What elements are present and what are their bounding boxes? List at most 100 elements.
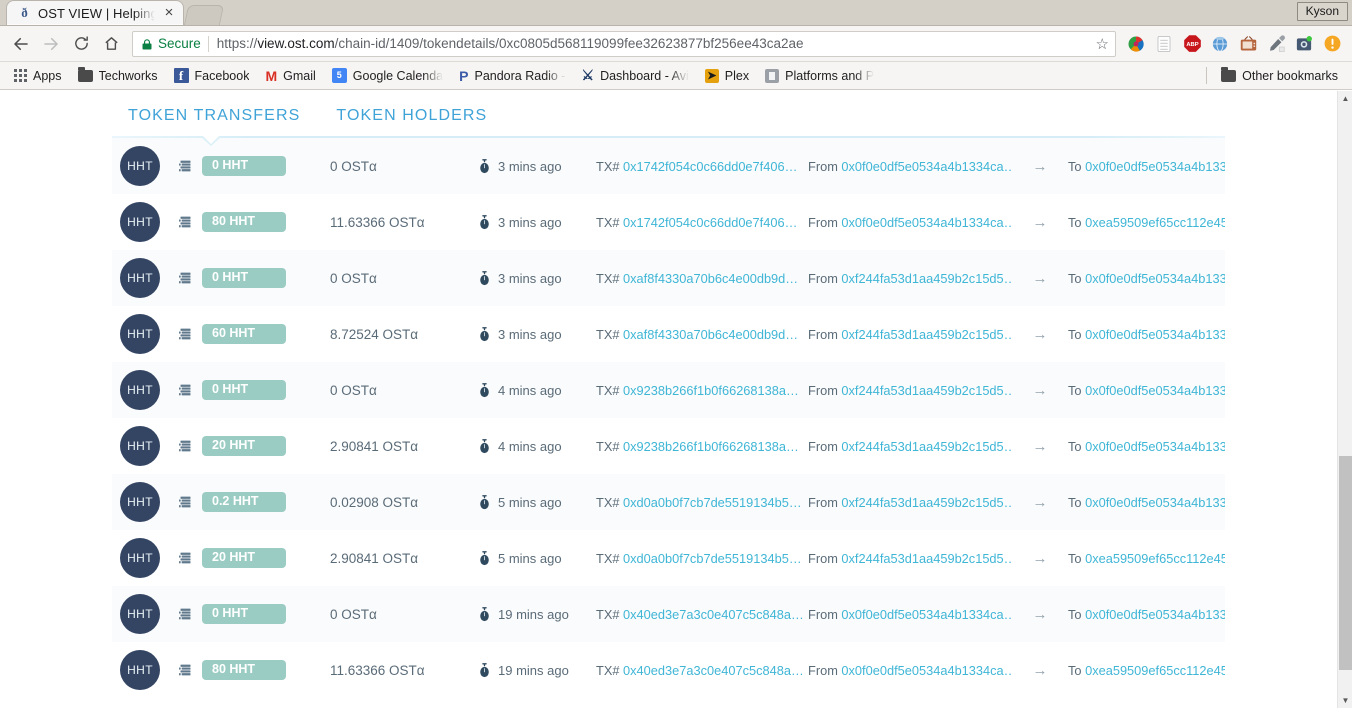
from-cell: From 0xf244fa53d1aa459b2c15d5… xyxy=(808,327,1012,342)
amount-cell: 20 HHT xyxy=(178,548,330,568)
tx-hash-link[interactable]: 0x40ed3e7a3c0e407c5c848a… xyxy=(623,663,804,678)
list-extension-icon[interactable] xyxy=(1150,30,1178,58)
table-row[interactable]: HHT 60 HHT 8.72524 OSTα 3 mins ago TX# 0xaf8… xyxy=(112,306,1225,362)
from-address-link[interactable]: 0x0f0e0df5e0534a4b1334ca… xyxy=(841,159,1012,174)
ost-value: 11.63366 OSTα xyxy=(330,214,425,230)
tab-token-transfers[interactable]: TOKEN TRANSFERS xyxy=(126,101,302,137)
from-address-link[interactable]: 0xf244fa53d1aa459b2c15d5… xyxy=(841,383,1012,398)
bookmark-label: Platforms and P xyxy=(785,68,875,83)
from-address-link[interactable]: 0xf244fa53d1aa459b2c15d5… xyxy=(841,327,1012,342)
from-cell: From 0x0f0e0df5e0534a4b1334ca… xyxy=(808,607,1012,622)
globe-extension-icon[interactable] xyxy=(1206,30,1234,58)
to-address-link[interactable]: 0x0f0e0df5e0534a4b1334ca… xyxy=(1085,383,1225,398)
eyedropper-extension-icon[interactable] xyxy=(1262,30,1290,58)
tx-hash-link[interactable]: 0xaf8f4330a70b6c4e00db9d… xyxy=(623,327,798,342)
tx-hash-link[interactable]: 0x9238b266f1b0f66268138a… xyxy=(623,383,799,398)
close-icon[interactable]: × xyxy=(161,5,177,21)
bookmark-apps[interactable]: Apps xyxy=(6,65,70,87)
ost-value: 0 OSTα xyxy=(330,158,377,174)
bookmark-dashboard[interactable]: ⚔ Dashboard - Avi xyxy=(574,65,697,87)
tx-hash-link[interactable]: 0x9238b266f1b0f66268138a… xyxy=(623,439,799,454)
bookmark-plex[interactable]: ➤ Plex xyxy=(697,65,757,87)
timestamp-cell: 3 mins ago xyxy=(478,327,596,342)
to-address-link[interactable]: 0x0f0e0df5e0534a4b1334ca… xyxy=(1085,271,1225,286)
to-address-link[interactable]: 0xea59509ef65cc112e45ccf3… xyxy=(1085,551,1225,566)
amount-cell: 0.2 HHT xyxy=(178,492,330,512)
to-address-link[interactable]: 0x0f0e0df5e0534a4b1334ca… xyxy=(1085,159,1225,174)
token-stack-icon xyxy=(178,215,193,230)
bookmark-star-icon[interactable]: ☆ xyxy=(1090,35,1109,53)
from-prefix-label: From xyxy=(808,326,838,342)
table-row[interactable]: HHT 0.2 HHT 0.02908 OSTα 5 mins ago TX# 0xd0… xyxy=(112,474,1225,530)
to-address-link[interactable]: 0x0f0e0df5e0534a4b1334ca… xyxy=(1085,327,1225,342)
from-address-link[interactable]: 0x0f0e0df5e0534a4b1334ca… xyxy=(841,607,1012,622)
tx-hash-link[interactable]: 0xd0a0b0f7cb7de5519134b5… xyxy=(623,551,802,566)
colorful-circle-extension-icon[interactable] xyxy=(1122,30,1150,58)
to-address-link[interactable]: 0x0f0e0df5e0534a4b1334ca… xyxy=(1085,439,1225,454)
bookmark-gmail[interactable]: M Gmail xyxy=(257,65,323,87)
browser-tab[interactable]: ð OST VIEW | Helping × xyxy=(6,0,184,25)
from-address-link[interactable]: 0xf244fa53d1aa459b2c15d5… xyxy=(841,439,1012,454)
stopwatch-icon xyxy=(478,662,491,678)
bookmark-pandora[interactable]: P Pandora Radio - xyxy=(451,65,573,87)
bookmark-facebook[interactable]: f Facebook xyxy=(166,65,258,87)
table-row[interactable]: HHT 80 HHT 11.63366 OSTα 3 mins ago TX# 0x17… xyxy=(112,194,1225,250)
page-scrollbar[interactable]: ▲ ▼ xyxy=(1337,91,1352,708)
from-address-link[interactable]: 0x0f0e0df5e0534a4b1334ca… xyxy=(841,215,1012,230)
from-address-link[interactable]: 0x0f0e0df5e0534a4b1334ca… xyxy=(841,663,1012,678)
from-address-link[interactable]: 0xf244fa53d1aa459b2c15d5… xyxy=(841,551,1012,566)
table-row[interactable]: HHT 80 HHT 11.63366 OSTα 19 mins ago TX# 0x4… xyxy=(112,642,1225,698)
scroll-up-arrow-icon[interactable]: ▲ xyxy=(1338,91,1352,106)
timestamp-cell: 5 mins ago xyxy=(478,551,596,566)
tx-hash-link[interactable]: 0xd0a0b0f7cb7de5519134b5… xyxy=(623,495,802,510)
tx-hash-link[interactable]: 0xaf8f4330a70b6c4e00db9d… xyxy=(623,271,798,286)
table-row[interactable]: HHT 20 HHT 2.90841 OSTα 5 mins ago TX# 0xd0a… xyxy=(112,530,1225,586)
tx-cell: TX# 0xaf8f4330a70b6c4e00db9d… xyxy=(596,327,808,342)
address-url[interactable]: https://view.ost.com/chain-id/1409/token… xyxy=(217,36,1090,51)
bookmark-techworks[interactable]: Techworks xyxy=(70,65,166,87)
to-address-link[interactable]: 0xea59509ef65cc112e45ccf3… xyxy=(1085,215,1225,230)
bookmark-google-calendar[interactable]: 5 Google Calenda xyxy=(324,65,451,87)
to-address-link[interactable]: 0x0f0e0df5e0534a4b1334ca… xyxy=(1085,495,1225,510)
tx-hash-link[interactable]: 0x40ed3e7a3c0e407c5c848a… xyxy=(623,607,804,622)
other-bookmarks-button[interactable]: Other bookmarks xyxy=(1213,65,1346,87)
to-address-link[interactable]: 0x0f0e0df5e0534a4b1334ca… xyxy=(1085,607,1225,622)
screenshot-extension-icon[interactable] xyxy=(1290,30,1318,58)
back-button[interactable] xyxy=(6,29,36,59)
from-cell: From 0xf244fa53d1aa459b2c15d5… xyxy=(808,383,1012,398)
table-row[interactable]: HHT 0 HHT 0 OSTα 4 mins ago TX# 0x9238b266f1… xyxy=(112,362,1225,418)
home-button[interactable] xyxy=(96,29,126,59)
adblock-plus-icon[interactable]: ABP xyxy=(1178,30,1206,58)
scrollbar-thumb[interactable] xyxy=(1339,456,1352,670)
from-cell: From 0xf244fa53d1aa459b2c15d5… xyxy=(808,271,1012,286)
table-row[interactable]: HHT 0 HHT 0 OSTα 3 mins ago TX# 0xaf8f4330a7… xyxy=(112,250,1225,306)
to-cell: To 0x0f0e0df5e0534a4b1334ca… xyxy=(1068,495,1225,510)
amount-badge: 0 HHT xyxy=(202,268,286,288)
address-bar[interactable]: Secure https://view.ost.com/chain-id/140… xyxy=(132,30,1116,57)
gmail-icon: M xyxy=(265,67,278,84)
table-row[interactable]: HHT 20 HHT 2.90841 OSTα 4 mins ago TX# 0x923… xyxy=(112,418,1225,474)
reload-button[interactable] xyxy=(66,29,96,59)
avatar: HHT xyxy=(120,258,160,298)
tx-cell: TX# 0x40ed3e7a3c0e407c5c848a… xyxy=(596,607,808,622)
table-row[interactable]: HHT 0 HHT 0 OSTα 19 mins ago TX# 0x40ed3e7a3… xyxy=(112,586,1225,642)
bookmarks-bar-right: Other bookmarks xyxy=(1200,65,1346,87)
tx-hash-link[interactable]: 0x1742f054c0c66dd0e7f406… xyxy=(623,159,797,174)
new-tab-button[interactable] xyxy=(183,5,225,25)
from-address-link[interactable]: 0xf244fa53d1aa459b2c15d5… xyxy=(841,495,1012,510)
from-address-link[interactable]: 0xf244fa53d1aa459b2c15d5… xyxy=(841,271,1012,286)
page-viewport: TOKEN TRANSFERS TOKEN HOLDERS HHT 0 HHT 0 … xyxy=(0,91,1352,708)
to-address-link[interactable]: 0xea59509ef65cc112e45ccf3… xyxy=(1085,663,1225,678)
tx-cell: TX# 0xaf8f4330a70b6c4e00db9d… xyxy=(596,271,808,286)
avatar: HHT xyxy=(120,538,160,578)
tx-prefix-label: TX# xyxy=(596,550,620,566)
tv-extension-icon[interactable] xyxy=(1234,30,1262,58)
tab-token-holders[interactable]: TOKEN HOLDERS xyxy=(334,101,489,137)
alert-extension-icon[interactable] xyxy=(1318,30,1346,58)
window-user-label[interactable]: Kyson xyxy=(1296,2,1348,21)
scroll-down-arrow-icon[interactable]: ▼ xyxy=(1338,693,1352,708)
tx-hash-link[interactable]: 0x1742f054c0c66dd0e7f406… xyxy=(623,215,797,230)
table-row[interactable]: HHT 0 HHT 0 OSTα 3 mins ago TX# 0x1742f054c0… xyxy=(112,138,1225,194)
bookmark-platforms[interactable]: Platforms and P xyxy=(757,65,882,87)
forward-button[interactable] xyxy=(36,29,66,59)
